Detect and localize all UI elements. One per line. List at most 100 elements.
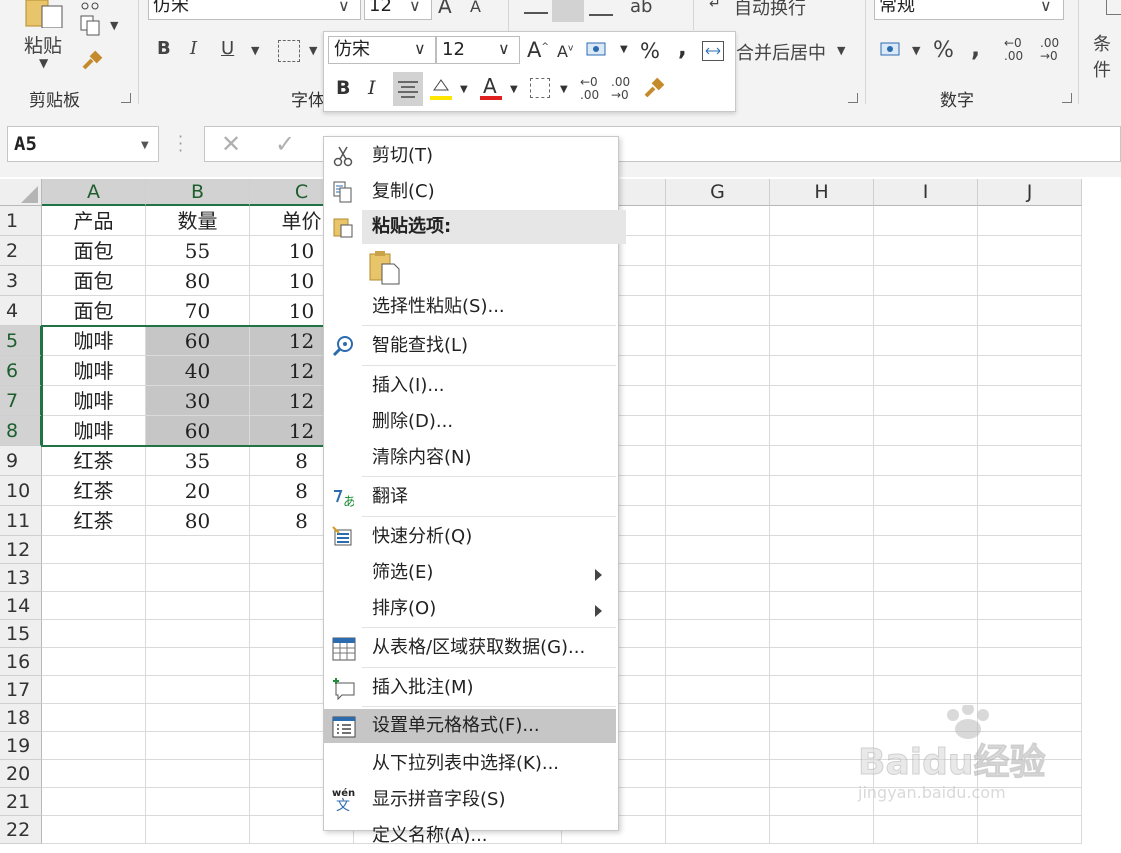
menu-item-pick-from-list[interactable]: 从下拉列表中选择(K)...: [324, 747, 616, 781]
cell-b2[interactable]: 55: [146, 236, 250, 266]
cell-g9[interactable]: [666, 446, 770, 476]
cell-g7[interactable]: [666, 386, 770, 416]
menu-item-get-data[interactable]: 从表格/区域获取数据(G)...: [324, 631, 616, 665]
cell-g19[interactable]: [666, 732, 770, 760]
row-header-14[interactable]: 14: [0, 592, 42, 620]
percent-button[interactable]: %: [933, 38, 954, 63]
cell-g17[interactable]: [666, 676, 770, 704]
menu-item-insert-comment[interactable]: 插入批注(M): [324, 671, 616, 705]
paste-dropdown-icon[interactable]: ▼: [39, 56, 48, 70]
mini-accounting-dropdown-icon[interactable]: ▼: [620, 44, 628, 55]
cell-i5[interactable]: [874, 326, 978, 356]
cell-j7[interactable]: [978, 386, 1082, 416]
cell-i6[interactable]: [874, 356, 978, 386]
cell-b8[interactable]: 60: [146, 416, 250, 446]
row-header-15[interactable]: 15: [0, 620, 42, 648]
cell-i11[interactable]: [874, 506, 978, 536]
cell-i16[interactable]: [874, 648, 978, 676]
cell-a12[interactable]: [42, 536, 146, 564]
cell-h12[interactable]: [770, 536, 874, 564]
cell-i4[interactable]: [874, 296, 978, 326]
column-header-b[interactable]: B: [146, 179, 250, 206]
cell-a20[interactable]: [42, 760, 146, 788]
cell-i10[interactable]: [874, 476, 978, 506]
cell-h14[interactable]: [770, 592, 874, 620]
cell-j14[interactable]: [978, 592, 1082, 620]
column-header-g[interactable]: G: [666, 179, 770, 206]
cell-j5[interactable]: [978, 326, 1082, 356]
accounting-dropdown-icon[interactable]: ▼: [912, 44, 920, 57]
shrink-font-icon[interactable]: A: [470, 0, 481, 16]
menu-item-sort[interactable]: 排序(O): [324, 592, 616, 626]
wrap-text-button[interactable]: 自动换行: [734, 0, 806, 20]
cell-a11[interactable]: 红茶: [42, 506, 146, 536]
cell-b15[interactable]: [146, 620, 250, 648]
grow-font-icon[interactable]: A: [438, 0, 452, 18]
cell-g1[interactable]: [666, 206, 770, 236]
row-header-17[interactable]: 17: [0, 676, 42, 704]
row-header-4[interactable]: 4: [0, 296, 42, 326]
select-all-corner[interactable]: [0, 179, 42, 206]
align-bottom-icon[interactable]: [589, 0, 613, 16]
cell-b13[interactable]: [146, 564, 250, 592]
cell-j6[interactable]: [978, 356, 1082, 386]
bold-button[interactable]: B: [157, 38, 171, 59]
clipboard-launcher-icon[interactable]: [121, 93, 131, 103]
cell-i14[interactable]: [874, 592, 978, 620]
mini-fill-color-icon[interactable]: [428, 76, 454, 102]
font-name-dropdown-icon[interactable]: ∨: [338, 0, 350, 15]
cell-b9[interactable]: 35: [146, 446, 250, 476]
cell-j9[interactable]: [978, 446, 1082, 476]
cell-b1[interactable]: 数量: [146, 206, 250, 236]
border-dropdown-icon[interactable]: ▼: [309, 44, 317, 57]
cell-b17[interactable]: [146, 676, 250, 704]
cell-a18[interactable]: [42, 704, 146, 732]
row-header-18[interactable]: 18: [0, 704, 42, 732]
border-icon[interactable]: [278, 40, 300, 62]
cell-j3[interactable]: [978, 266, 1082, 296]
cell-b18[interactable]: [146, 704, 250, 732]
cell-h3[interactable]: [770, 266, 874, 296]
row-header-22[interactable]: 22: [0, 816, 42, 844]
cell-b5[interactable]: 60: [146, 326, 250, 356]
menu-item-paste-special[interactable]: 选择性粘贴(S)...: [324, 290, 616, 324]
cell-a14[interactable]: [42, 592, 146, 620]
cell-g10[interactable]: [666, 476, 770, 506]
cancel-edit-icon[interactable]: ✕: [221, 130, 241, 158]
cell-h13[interactable]: [770, 564, 874, 592]
paste-button[interactable]: 粘贴: [24, 31, 62, 58]
decrease-decimal-button[interactable]: .00 →0: [1040, 37, 1059, 63]
cell-h7[interactable]: [770, 386, 874, 416]
cell-b11[interactable]: 80: [146, 506, 250, 536]
cell-g4[interactable]: [666, 296, 770, 326]
mini-shrink-font-icon[interactable]: Av: [557, 42, 573, 61]
cell-g5[interactable]: [666, 326, 770, 356]
cell-j12[interactable]: [978, 536, 1082, 564]
cell-g20[interactable]: [666, 760, 770, 788]
italic-button[interactable]: I: [190, 38, 197, 59]
name-box-dropdown-icon[interactable]: ▼: [141, 140, 149, 151]
cell-g15[interactable]: [666, 620, 770, 648]
number-format-select[interactable]: 常规: [874, 0, 1064, 20]
row-header-7[interactable]: 7: [0, 386, 42, 416]
accounting-format-icon[interactable]: [880, 40, 904, 58]
row-header-8[interactable]: 8: [0, 416, 42, 446]
mini-grow-font-icon[interactable]: A^: [527, 38, 549, 62]
cell-b6[interactable]: 40: [146, 356, 250, 386]
cell-h2[interactable]: [770, 236, 874, 266]
cell-j8[interactable]: [978, 416, 1082, 446]
row-header-10[interactable]: 10: [0, 476, 42, 506]
cell-j10[interactable]: [978, 476, 1082, 506]
cell-a13[interactable]: [42, 564, 146, 592]
cell-j2[interactable]: [978, 236, 1082, 266]
row-header-12[interactable]: 12: [0, 536, 42, 564]
cell-j22[interactable]: [978, 816, 1082, 844]
mini-italic-button[interactable]: I: [368, 77, 376, 99]
menu-item-copy[interactable]: 复制(C): [324, 175, 616, 209]
merge-center-button[interactable]: 合并后居中: [736, 39, 826, 65]
cell-j16[interactable]: [978, 648, 1082, 676]
cell-b7[interactable]: 30: [146, 386, 250, 416]
menu-item-translate[interactable]: あ 翻译: [324, 480, 616, 514]
format-painter-icon[interactable]: [80, 50, 104, 74]
cell-i2[interactable]: [874, 236, 978, 266]
